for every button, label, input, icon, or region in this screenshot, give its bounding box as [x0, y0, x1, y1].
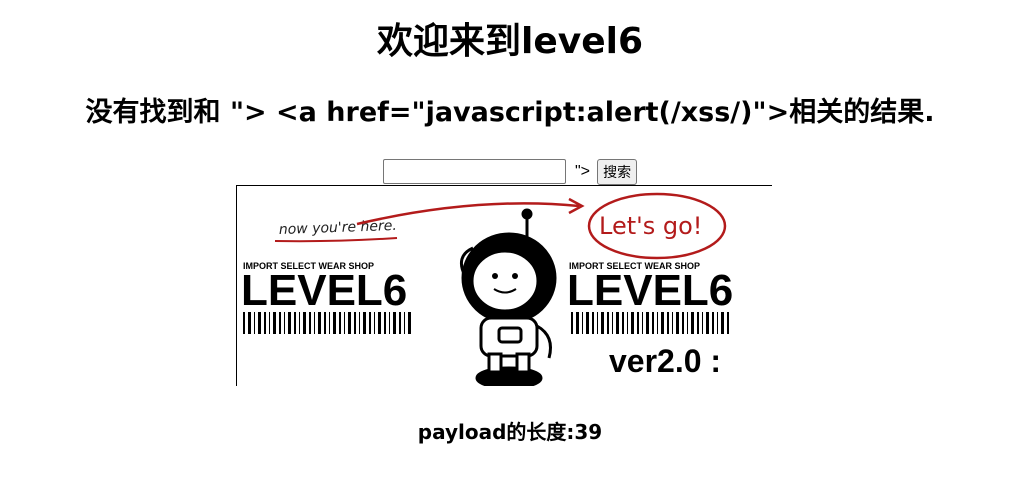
banner-version: ver2.0 :: [609, 343, 721, 379]
banner-right-note: Let's go!: [599, 212, 702, 240]
search-result-message: 没有找到和 "> <a href="javascript:alert(/xss/…: [85, 97, 935, 128]
banner-level-left: LEVEL6: [241, 266, 407, 315]
payload-length: payload的长度:39: [417, 420, 603, 444]
search-form: "> 搜索: [0, 157, 1020, 186]
banner-level-right: LEVEL6: [567, 266, 733, 315]
reflected-text: ">: [574, 162, 591, 180]
page-title: 欢迎来到level6: [376, 21, 644, 62]
banner-left-note: now you're here.: [279, 218, 398, 238]
page: 欢迎来到level6 没有找到和 "> <a href="javascript:…: [0, 0, 1020, 478]
astronaut-mascot: [459, 208, 557, 386]
search-button[interactable]: 搜索: [597, 158, 638, 185]
level-banner-image: now you're here. Let's go! IMPORT SELECT…: [236, 185, 772, 386]
search-input[interactable]: [382, 159, 566, 184]
barcode-left: [243, 312, 411, 334]
barcode-right: [571, 312, 729, 334]
